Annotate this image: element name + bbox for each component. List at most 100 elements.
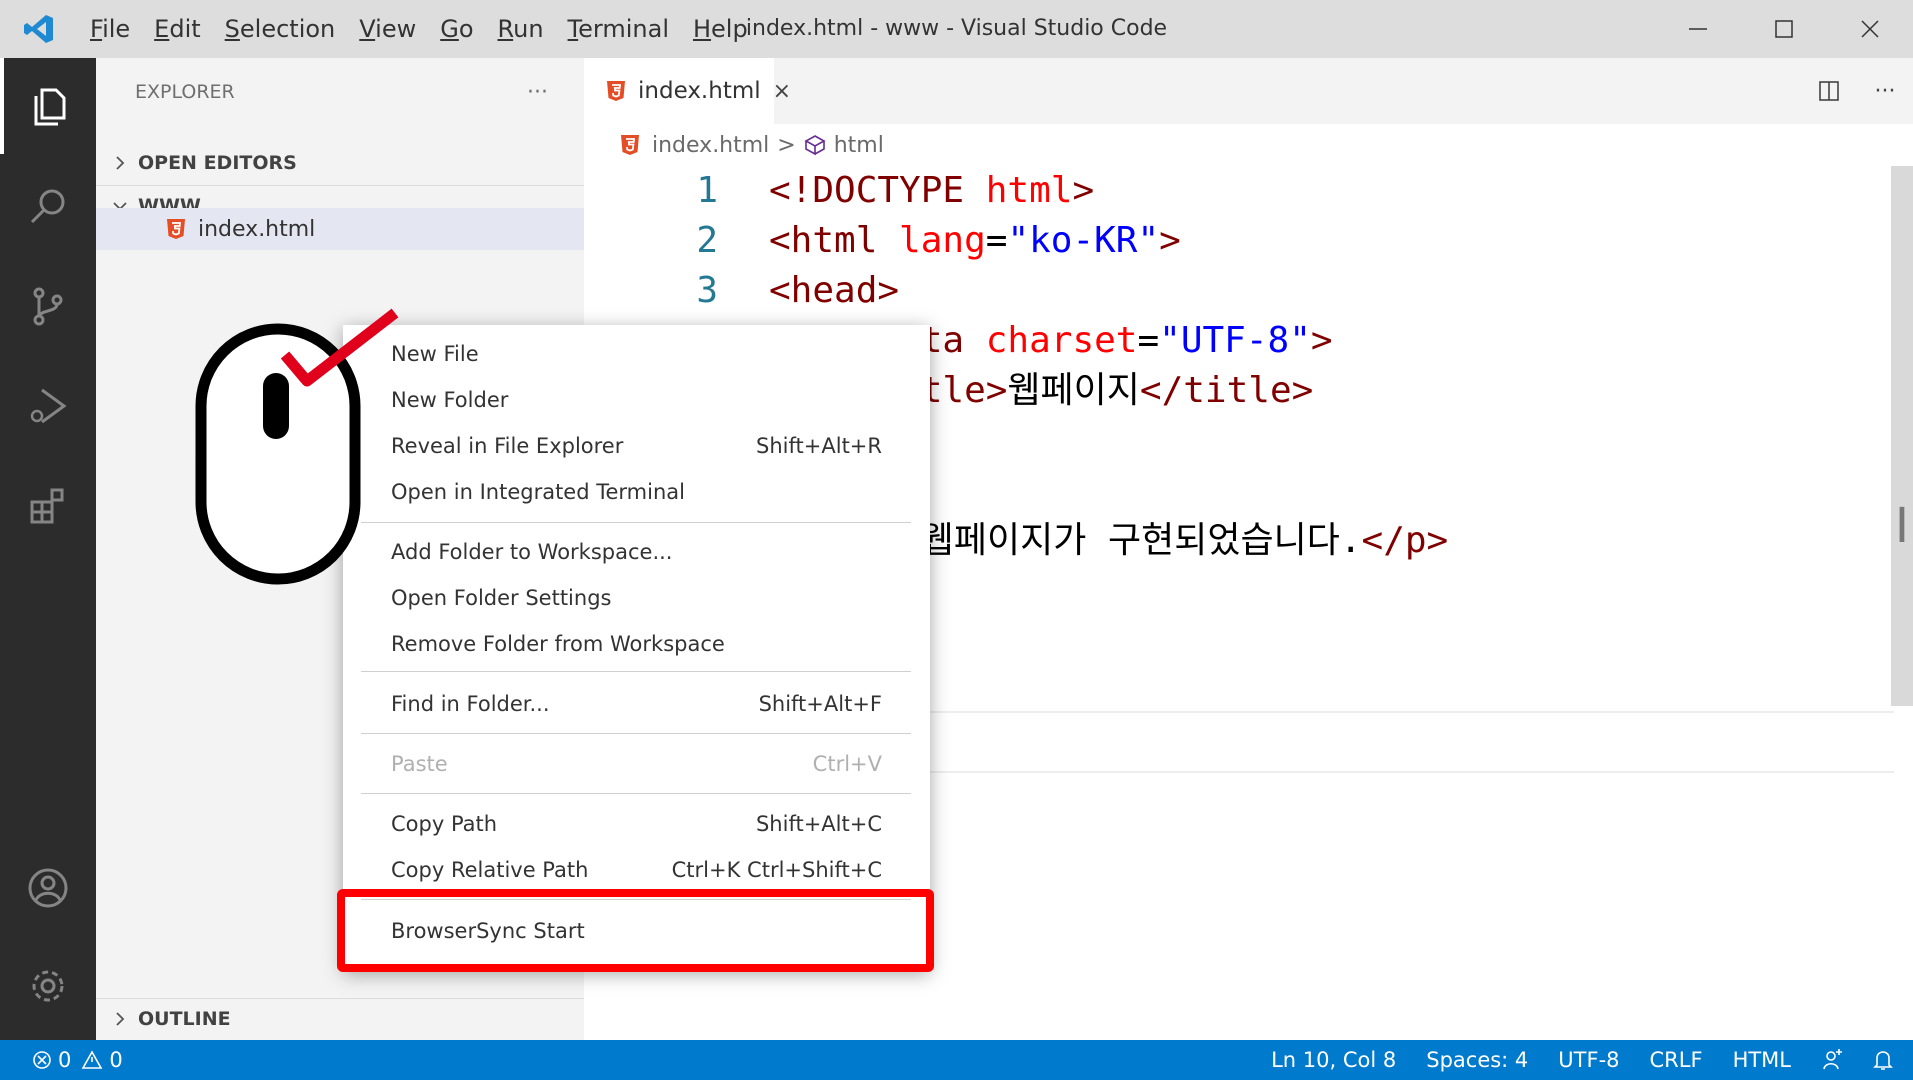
menu-separator — [361, 671, 911, 672]
encoding-status[interactable]: UTF-8 — [1558, 1048, 1619, 1072]
menu-item-label: Add Folder to Workspace... — [391, 540, 673, 564]
warning-icon — [81, 1050, 103, 1070]
problems-status[interactable]: 0 0 — [32, 1040, 123, 1080]
breadcrumb-node[interactable]: html — [834, 133, 884, 158]
activity-bar — [0, 58, 96, 1040]
open-editors-label: OPEN EDITORS — [138, 152, 297, 174]
editor-scrollbar[interactable] — [1891, 166, 1913, 706]
sidebar-header: EXPLORER ··· — [96, 58, 584, 126]
menu-item-shortcut: Ctrl+V — [812, 752, 882, 776]
menu-item-label: Reveal in File Explorer — [391, 434, 624, 458]
editor-more-button[interactable]: ··· — [1857, 58, 1913, 124]
tab-index-html[interactable]: index.html × — [584, 58, 791, 124]
extensions-activity-button[interactable] — [0, 458, 96, 554]
token-plain: = — [1137, 320, 1160, 361]
html5-icon — [166, 218, 186, 240]
context-menu-item-open-folder-settings[interactable]: Open Folder Settings — [343, 579, 930, 617]
context-menu-item-open-in-integrated-terminal[interactable]: Open in Integrated Terminal — [343, 473, 930, 511]
status-bar: 0 0 Ln 10, Col 8 Spaces: 4 UTF-8 CRLF HT… — [0, 1040, 1913, 1080]
cursor-position-status[interactable]: Ln 10, Col 8 — [1271, 1048, 1396, 1072]
indentation-status[interactable]: Spaces: 4 — [1426, 1048, 1528, 1072]
menu-label: o — [458, 15, 474, 43]
run-debug-activity-button[interactable] — [0, 358, 96, 454]
explorer-activity-button[interactable] — [0, 58, 96, 154]
menu-item-label: Paste — [391, 752, 448, 776]
files-icon — [34, 88, 66, 126]
sidebar-more-button[interactable]: ··· — [527, 80, 548, 105]
token-attr: lang — [899, 220, 986, 261]
menu-label: ile — [102, 15, 131, 43]
token-plain: = — [985, 220, 1008, 261]
menu-item-shortcut: Ctrl+K Ctrl+Shift+C — [671, 858, 882, 882]
warning-count: 0 — [109, 1048, 123, 1072]
open-editors-section[interactable]: OPEN EDITORS — [96, 143, 584, 183]
breadcrumb-file[interactable]: index.html — [652, 133, 769, 158]
source-control-activity-button[interactable] — [0, 258, 96, 354]
bell-icon — [1873, 1051, 1893, 1070]
tab-close-button[interactable]: × — [773, 79, 791, 104]
maximize-button[interactable] — [1741, 0, 1827, 58]
title-bar: File Edit Selection View Go Run Terminal Help i… — [0, 0, 1913, 58]
html5-icon — [606, 80, 626, 102]
context-menu-item-copy-path[interactable]: Copy Path Shift+Alt+C — [343, 805, 930, 843]
token-str: "UTF-8" — [1159, 320, 1311, 361]
split-editor-button[interactable] — [1801, 58, 1857, 124]
context-menu-item-copy-relative-path[interactable]: Copy Relative Path Ctrl+K Ctrl+Shift+C — [343, 851, 930, 889]
menu-mnemonic: G — [440, 15, 459, 43]
highlight-box — [337, 889, 934, 972]
menu-help[interactable]: Help — [681, 0, 760, 58]
extensions-icon — [30, 488, 64, 524]
file-tree-item-index-html[interactable]: index.html — [96, 208, 584, 250]
close-window-button[interactable] — [1827, 0, 1913, 58]
text-cursor-icon: I — [1894, 498, 1909, 554]
account-icon — [28, 868, 68, 908]
menu-go[interactable]: Go — [428, 0, 485, 58]
error-icon — [32, 1050, 52, 1070]
manage-activity-button[interactable] — [0, 938, 96, 1034]
menu-view[interactable]: View — [347, 0, 428, 58]
menu-selection[interactable]: Selection — [213, 0, 348, 58]
vscode-logo-icon — [0, 0, 78, 58]
menu-mnemonic: S — [224, 15, 240, 43]
context-menu-item-new-file[interactable]: New File — [343, 335, 930, 373]
context-menu-item-reveal-in-file-explorer[interactable]: Reveal in File Explorer Shift+Alt+R — [343, 427, 930, 465]
outline-label: OUTLINE — [138, 1007, 231, 1030]
menu-terminal[interactable]: Terminal — [556, 0, 681, 58]
menu-edit[interactable]: Edit — [142, 0, 212, 58]
menu-bar: File Edit Selection View Go Run Terminal Help — [78, 0, 760, 58]
minimize-button[interactable] — [1655, 0, 1741, 58]
menu-item-label: Open in Integrated Terminal — [391, 480, 685, 504]
token-tag: </p> — [1361, 520, 1449, 561]
feedback-button[interactable] — [1821, 1049, 1843, 1071]
eol-status[interactable]: CRLF — [1650, 1048, 1703, 1072]
context-menu-item-find-in-folder[interactable]: Find in Folder... Shift+Alt+F — [343, 685, 930, 723]
context-menu-item-add-folder-to-workspace[interactable]: Add Folder to Workspace... — [343, 533, 930, 571]
token-tag: </title> — [1139, 370, 1314, 411]
editor-tab-bar: index.html × ··· — [584, 58, 1913, 124]
tab-label: index.html — [638, 78, 761, 104]
context-menu: New File New Folder Reveal in File Explore… — [343, 325, 930, 970]
minimize-icon — [1689, 28, 1707, 30]
language-status[interactable]: HTML — [1733, 1048, 1791, 1072]
run-debug-icon — [30, 388, 67, 424]
feedback-icon — [1823, 1049, 1842, 1070]
chevron-right-icon — [108, 154, 132, 172]
search-icon — [30, 189, 65, 224]
outline-section[interactable]: OUTLINE — [96, 998, 584, 1038]
notifications-button[interactable] — [1873, 1049, 1893, 1071]
error-count: 0 — [58, 1048, 72, 1072]
token-attr: html — [985, 170, 1073, 211]
context-menu-item-remove-folder-from-workspace[interactable]: Remove Folder from Workspace — [343, 625, 930, 663]
context-menu-item-new-folder[interactable]: New Folder — [343, 381, 930, 419]
close-icon — [1861, 20, 1879, 38]
gear-icon — [32, 970, 64, 1002]
accounts-activity-button[interactable] — [0, 840, 96, 936]
token-plain: 웹페이지가 구현되었습니다. — [920, 520, 1362, 561]
token-str: "ko-KR" — [1007, 220, 1160, 261]
search-activity-button[interactable] — [0, 158, 96, 254]
menu-file[interactable]: File — [78, 0, 142, 58]
menu-separator — [361, 733, 911, 734]
menu-item-shortcut: Shift+Alt+R — [756, 434, 882, 458]
menu-run[interactable]: Run — [486, 0, 556, 58]
menu-mnemonic: R — [497, 15, 514, 43]
